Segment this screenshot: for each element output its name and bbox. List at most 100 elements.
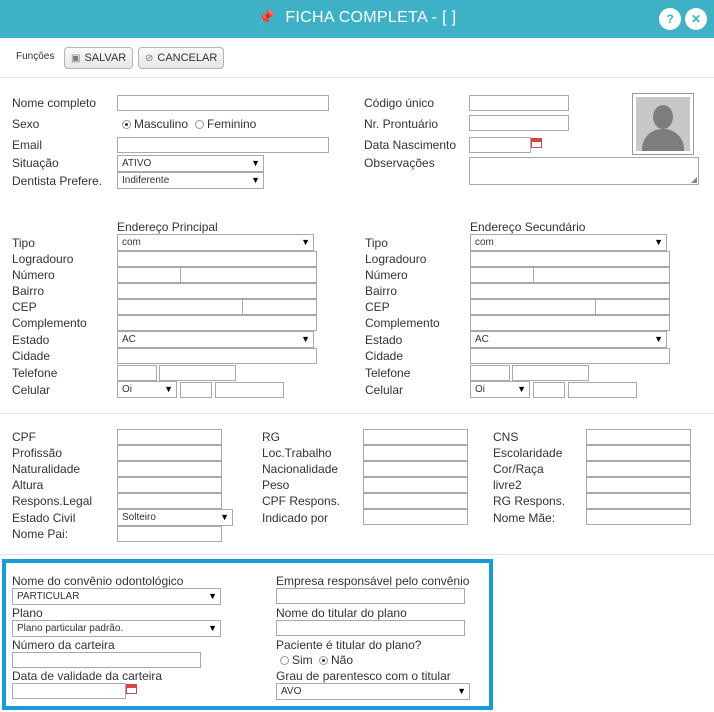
- numero-complemento-input[interactable]: [180, 267, 317, 283]
- logradouro-input[interactable]: [117, 251, 317, 267]
- situacao-select[interactable]: ATIVO ▼: [117, 155, 264, 172]
- calendar-icon[interactable]: [126, 684, 137, 694]
- telefone-ddd-input[interactable]: [117, 365, 157, 381]
- numero2-complemento-input[interactable]: [533, 267, 670, 283]
- celular2-input[interactable]: [568, 382, 637, 398]
- complemento2-input[interactable]: [470, 315, 670, 331]
- tipo2-select[interactable]: com ▼: [470, 234, 667, 251]
- bairro-input[interactable]: [117, 283, 317, 299]
- altura-input[interactable]: [117, 477, 222, 493]
- cancel-button[interactable]: ⊘ CANCELAR: [138, 47, 225, 69]
- estado-civil-select[interactable]: Solteiro ▼: [117, 509, 233, 526]
- cpf-input[interactable]: [117, 429, 222, 445]
- titular-input[interactable]: [276, 620, 465, 636]
- parentesco-select[interactable]: AVO ▼: [276, 683, 470, 700]
- codigo-input[interactable]: [469, 95, 569, 111]
- validade-label: Data de validade da carteira: [12, 669, 163, 683]
- altura-label: Altura: [12, 478, 44, 492]
- celular2-ddd-input[interactable]: [533, 382, 565, 398]
- numero-input[interactable]: [117, 267, 181, 283]
- titular-nao-option[interactable]: Não: [319, 653, 353, 667]
- close-icon[interactable]: ✕: [685, 8, 707, 30]
- dentista-select[interactable]: Indiferente ▼: [117, 172, 264, 189]
- sexo-feminino-option[interactable]: Feminino: [195, 117, 256, 131]
- numero-label: Número: [12, 268, 55, 282]
- respons-legal-input[interactable]: [117, 493, 222, 509]
- calendar-icon[interactable]: [531, 138, 542, 148]
- telefone-input[interactable]: [159, 365, 236, 381]
- nascimento-input[interactable]: [469, 137, 531, 153]
- rg-respons-input[interactable]: [586, 493, 691, 509]
- cep-input[interactable]: [117, 299, 243, 315]
- estado2-select[interactable]: AC ▼: [470, 331, 667, 348]
- carteira-input[interactable]: [12, 652, 201, 668]
- telefone2-input[interactable]: [512, 365, 589, 381]
- cidade2-input[interactable]: [470, 348, 670, 364]
- nome-pai-input[interactable]: [117, 526, 222, 542]
- celular-ddd-input[interactable]: [180, 382, 212, 398]
- feminino-radio[interactable]: [195, 120, 204, 129]
- estado-select[interactable]: AC ▼: [117, 331, 314, 348]
- cns-input[interactable]: [586, 429, 691, 445]
- naturalidade-input[interactable]: [117, 461, 222, 477]
- nome-input[interactable]: [117, 95, 329, 111]
- plano-select[interactable]: Plano particular padrão. ▼: [12, 620, 221, 637]
- titular-sim-option[interactable]: Sim: [280, 653, 313, 667]
- cep2-extra-input[interactable]: [595, 299, 670, 315]
- resize-grip-icon[interactable]: ◢: [691, 175, 697, 184]
- sim-radio[interactable]: [280, 656, 289, 665]
- livre2-input[interactable]: [586, 477, 691, 493]
- cor-raca-input[interactable]: [586, 461, 691, 477]
- tipo-select[interactable]: com ▼: [117, 234, 314, 251]
- validade-input[interactable]: [12, 683, 126, 699]
- divider: [0, 413, 714, 414]
- nacionalidade-input[interactable]: [363, 461, 468, 477]
- numero2-input[interactable]: [470, 267, 534, 283]
- divider: [0, 554, 714, 555]
- celular-operadora-select[interactable]: Oi ▼: [117, 381, 177, 398]
- complemento-input[interactable]: [117, 315, 317, 331]
- sexo-masculino-option[interactable]: Masculino: [122, 117, 188, 131]
- nome-mae-input[interactable]: [586, 509, 691, 525]
- nome-mae-label: Nome Mãe:: [493, 511, 556, 525]
- cep2-input[interactable]: [470, 299, 596, 315]
- cep-extra-input[interactable]: [242, 299, 317, 315]
- profissao-input[interactable]: [117, 445, 222, 461]
- nascimento-label: Data Nascimento: [364, 138, 457, 152]
- numero2-label: Número: [365, 268, 408, 282]
- indicado-por-input[interactable]: [363, 509, 468, 525]
- cpf-respons-input[interactable]: [363, 493, 468, 509]
- escolaridade-input[interactable]: [586, 445, 691, 461]
- email-input[interactable]: [117, 137, 329, 153]
- parentesco-value: AVO: [281, 686, 302, 697]
- estado2-value: AC: [475, 334, 489, 345]
- telefone2-ddd-input[interactable]: [470, 365, 510, 381]
- dropdown-arrow-icon: ▼: [251, 175, 260, 185]
- profissao-label: Profissão: [12, 446, 63, 460]
- telefone2-label: Telefone: [365, 366, 411, 380]
- convenio-nome-select[interactable]: PARTICULAR ▼: [12, 588, 221, 605]
- cidade-input[interactable]: [117, 348, 317, 364]
- peso-input[interactable]: [363, 477, 468, 493]
- naturalidade-label: Naturalidade: [12, 462, 81, 476]
- logradouro2-label: Logradouro: [365, 252, 427, 266]
- rg-respons-label: RG Respons.: [493, 494, 566, 508]
- bairro2-input[interactable]: [470, 283, 670, 299]
- situacao-label: Situação: [12, 156, 59, 170]
- observacoes-textarea[interactable]: ◢: [469, 157, 699, 185]
- patient-photo[interactable]: [632, 93, 694, 155]
- estado-civil-value: Solteiro: [122, 512, 156, 523]
- celular-label: Celular: [12, 383, 51, 397]
- logradouro2-input[interactable]: [470, 251, 670, 267]
- celular2-operadora-select[interactable]: Oi ▼: [470, 381, 530, 398]
- loc-trabalho-input[interactable]: [363, 445, 468, 461]
- nao-radio[interactable]: [319, 656, 328, 665]
- save-button[interactable]: ▣ SALVAR: [64, 47, 134, 69]
- empresa-input[interactable]: [276, 588, 465, 604]
- celular-input[interactable]: [215, 382, 284, 398]
- prontuario-input[interactable]: [469, 115, 569, 131]
- help-icon[interactable]: ?: [659, 8, 681, 30]
- masculino-radio[interactable]: [122, 120, 131, 129]
- escolaridade-label: Escolaridade: [493, 446, 563, 460]
- rg-input[interactable]: [363, 429, 468, 445]
